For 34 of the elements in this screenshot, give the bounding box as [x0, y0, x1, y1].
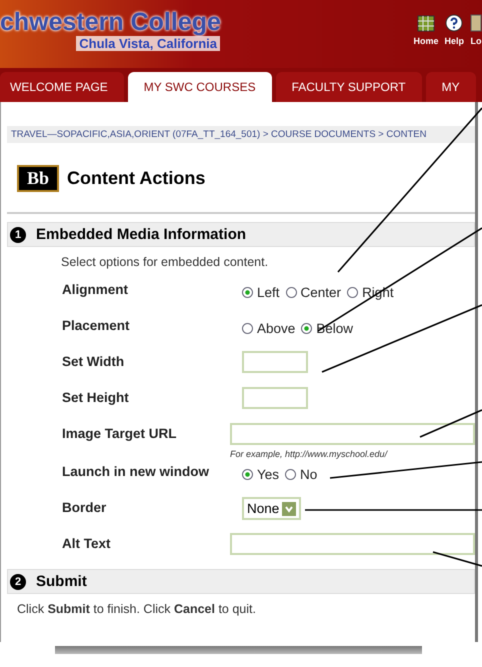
nav-tab[interactable]: MY SWC COURSES	[128, 72, 272, 102]
field-hint: For example, http://www.myschool.edu/	[230, 449, 389, 459]
logo-subtitle: Chula Vista, California	[76, 36, 220, 51]
radio-option[interactable]: Left	[242, 285, 280, 300]
step-number: 1	[10, 226, 26, 242]
nav-tab[interactable]: MY	[426, 72, 476, 102]
radio-option[interactable]: No	[285, 467, 318, 482]
dropdown[interactable]: None	[242, 497, 302, 520]
section-instructions: Select options for embedded content.	[61, 255, 270, 269]
field-label: Border	[62, 499, 108, 515]
radio-option[interactable]: Above	[242, 321, 296, 336]
step-number: 2	[10, 574, 26, 590]
field-label: Placement	[62, 317, 131, 333]
nav-tab[interactable]: WELCOME PAGE	[0, 72, 124, 102]
section-title: Embedded Media Information	[36, 226, 246, 243]
radio-option[interactable]: Below	[301, 321, 354, 336]
field-label: Image Target URL	[62, 425, 178, 441]
logo-badge: Bb	[17, 165, 60, 192]
field-label: Launch in new window	[62, 463, 210, 479]
radio-option[interactable]: Center	[286, 285, 342, 300]
field-label: Alignment	[62, 281, 129, 297]
section-title: Submit	[36, 573, 87, 590]
header-link[interactable]: Help	[444, 14, 464, 46]
header-link[interactable]: Home	[413, 14, 438, 46]
field-label: Set Width	[62, 353, 126, 369]
field-label: Set Height	[62, 389, 130, 405]
field-label: Alt Text	[62, 535, 112, 551]
logo-title: chwestern College	[0, 8, 221, 36]
header-link[interactable]: Lo	[470, 14, 482, 46]
page-title: Content Actions	[67, 168, 206, 189]
breadcrumb: TRAVEL—SOPACIFIC,ASIA,ORIENT (07FA_TT_164_501) > COURSE DOCUMENTS > CONTEN	[7, 126, 475, 143]
nav-tab[interactable]: FACULTY SUPPORT	[276, 72, 422, 102]
radio-option[interactable]: Yes	[242, 467, 280, 482]
section-instructions: Click Submit to finish. Click Cancel to quit.	[17, 602, 257, 616]
